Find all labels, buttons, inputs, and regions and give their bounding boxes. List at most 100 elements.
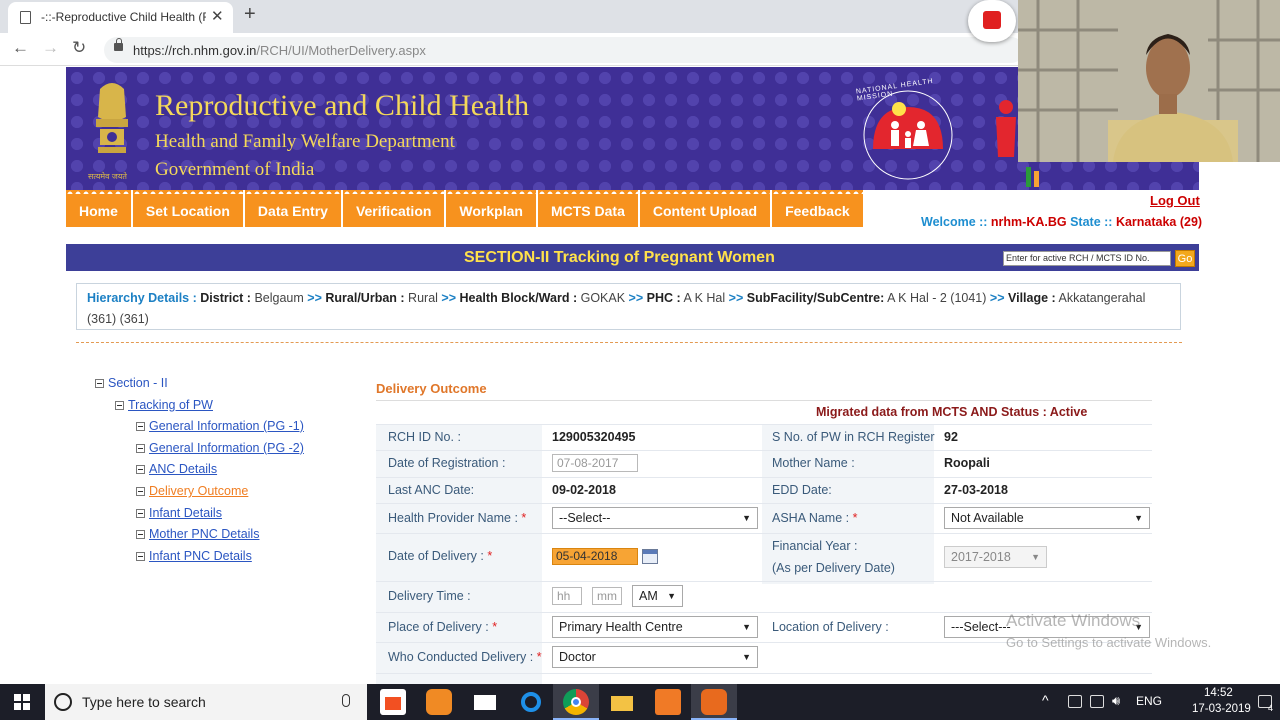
new-tab-icon[interactable]: +: [244, 3, 256, 26]
file-explorer-icon[interactable]: [609, 689, 635, 715]
clock-date[interactable]: 17-03-2019: [1192, 703, 1251, 715]
hours-input[interactable]: hh: [552, 587, 582, 605]
tree-general-info-pg1[interactable]: General Information (PG -1): [136, 419, 304, 433]
who-conducted-select[interactable]: Doctor ▼: [552, 646, 758, 668]
tree-tracking-of-pw[interactable]: Tracking of PW: [115, 398, 213, 412]
calendar-icon[interactable]: [642, 549, 658, 564]
financial-year-note: (As per Delivery Date): [772, 561, 895, 575]
forward-icon[interactable]: →: [42, 38, 59, 58]
close-tab-icon[interactable]: ✕: [211, 7, 224, 25]
chevron-down-icon: ▼: [742, 622, 751, 632]
chevron-down-icon: ▼: [742, 513, 751, 523]
go-button[interactable]: Go: [1175, 250, 1195, 267]
menu-data-entry[interactable]: Data Entry: [244, 190, 343, 227]
menu-content-upload[interactable]: Content Upload: [639, 190, 773, 227]
windows-start-icon[interactable]: [14, 694, 30, 710]
mother-name-value: Roopali: [944, 456, 990, 470]
store-icon[interactable]: [380, 689, 406, 715]
chevron-up-icon[interactable]: ^: [1042, 692, 1049, 708]
tab-title: -::-Reproductive Child Health (Ro: [41, 10, 206, 24]
tree-infant-details[interactable]: Infant Details: [136, 506, 222, 520]
tree-section-ii[interactable]: Section - II: [95, 376, 168, 390]
am-pm-select[interactable]: AM ▼: [632, 585, 683, 607]
node-icon: [136, 530, 145, 539]
people-icon[interactable]: [1068, 695, 1082, 708]
national-emblem-icon: [96, 83, 128, 153]
language-indicator[interactable]: ENG: [1136, 694, 1162, 708]
clock-time[interactable]: 14:52: [1204, 687, 1233, 699]
tree-general-info-pg2[interactable]: General Information (PG -2): [136, 441, 304, 455]
delivery-date-field[interactable]: 05-04-2018: [552, 548, 638, 565]
rch-id-label: RCH ID No. :: [388, 430, 461, 444]
tree-mother-pnc[interactable]: Mother PNC Details: [136, 527, 259, 541]
reg-date-field[interactable]: 07-08-2017: [552, 454, 638, 472]
activate-windows-subtext: Go to Settings to activate Windows.: [1006, 635, 1212, 650]
collapse-icon[interactable]: [95, 379, 104, 388]
chrome-icon[interactable]: [563, 689, 589, 715]
activate-windows-watermark: Activate Windows: [1006, 611, 1141, 630]
delivery-time-label: Delivery Time :: [388, 589, 471, 603]
reload-icon[interactable]: ↻: [72, 38, 86, 58]
presentation-app-icon[interactable]: [655, 689, 681, 715]
health-provider-select[interactable]: --Select-- ▼: [552, 507, 758, 529]
volume-icon[interactable]: 🔊︎: [1112, 693, 1120, 709]
migration-status: Migrated data from MCTS AND Status : Act…: [816, 405, 1088, 419]
menu-home[interactable]: Home: [66, 190, 133, 227]
system-tray: ^ 🔊︎ ENG 14:52 17-03-2019 4: [1020, 684, 1280, 720]
microphone-icon[interactable]: [342, 694, 350, 707]
financial-year-select[interactable]: 2017-2018 ▼: [944, 546, 1047, 568]
minutes-input[interactable]: mm: [592, 587, 622, 605]
menu-workplan[interactable]: Workplan: [446, 190, 538, 227]
collapse-icon[interactable]: [115, 401, 124, 410]
menu-set-location[interactable]: Set Location: [132, 190, 245, 227]
place-of-delivery-select[interactable]: Primary Health Centre ▼: [552, 616, 758, 638]
tree-anc-details[interactable]: ANC Details: [136, 462, 217, 476]
node-icon: [136, 552, 145, 561]
taskbar-search[interactable]: Type here to search: [45, 684, 367, 720]
hierarchy-details: Hierarchy Details : District : Belgaum >…: [76, 283, 1181, 330]
screen-recorder-icon[interactable]: [701, 689, 727, 715]
asha-name-select[interactable]: Not Available ▼: [944, 507, 1150, 529]
welcome-text: Welcome :: nrhm-KA.BG State :: Karnataka…: [921, 215, 1203, 229]
row-divider: [376, 477, 1152, 478]
node-icon: [136, 465, 145, 474]
row-divider: [376, 450, 1152, 451]
menu-verification[interactable]: Verification: [342, 190, 447, 227]
lock-icon: [114, 38, 123, 51]
url-input[interactable]: https://rch.nhm.gov.in/RCH/UI/MotherDeli…: [104, 37, 1024, 63]
back-icon[interactable]: ←: [12, 38, 29, 58]
mail-icon[interactable]: [472, 689, 498, 715]
network-icon[interactable]: [1090, 695, 1104, 708]
row-divider: [376, 533, 1152, 534]
tree-delivery-outcome[interactable]: Delivery Outcome: [136, 484, 248, 498]
browser-tab[interactable]: -::-Reproductive Child Health (Ro ✕: [8, 2, 233, 33]
menu-mcts-data[interactable]: MCTS Data: [537, 190, 640, 227]
windows-taskbar: Type here to search ^ 🔊︎ ENG 14:52 17-03…: [0, 684, 1280, 720]
row-divider: [376, 673, 1152, 674]
logout-link[interactable]: Log Out: [1150, 193, 1200, 208]
paint-app-icon[interactable]: [426, 689, 452, 715]
record-button[interactable]: [968, 0, 1016, 42]
tree-infant-pnc[interactable]: Infant PNC Details: [136, 549, 252, 563]
chevron-down-icon: ▼: [742, 652, 751, 662]
main-menu: Home Set Location Data Entry Verificatio…: [66, 190, 865, 227]
chevron-down-icon: ▼: [1031, 552, 1040, 562]
row-divider: [376, 581, 1152, 582]
taskbar-search-placeholder: Type here to search: [82, 694, 206, 710]
edge-icon[interactable]: [518, 689, 544, 715]
cortana-icon: [54, 693, 72, 711]
notification-count: 4: [1268, 703, 1274, 713]
delivery-date-label: Date of Delivery : *: [388, 549, 493, 563]
presenter-video: [1018, 0, 1280, 162]
document-icon: [20, 11, 31, 24]
form-title: Delivery Outcome: [376, 381, 487, 396]
menu-feedback[interactable]: Feedback: [772, 190, 865, 227]
chevron-down-icon: ▼: [667, 591, 676, 601]
webcam-overlay: [1018, 0, 1280, 162]
banner-title: Reproductive and Child Health: [155, 89, 530, 122]
banner-government: Government of India: [155, 159, 315, 180]
row-divider: [376, 424, 1152, 425]
financial-year-label: Financial Year :: [772, 539, 858, 553]
place-of-delivery-label: Place of Delivery : *: [388, 620, 498, 634]
rch-id-search-input[interactable]: Enter for active RCH / MCTS ID No.: [1003, 251, 1171, 266]
